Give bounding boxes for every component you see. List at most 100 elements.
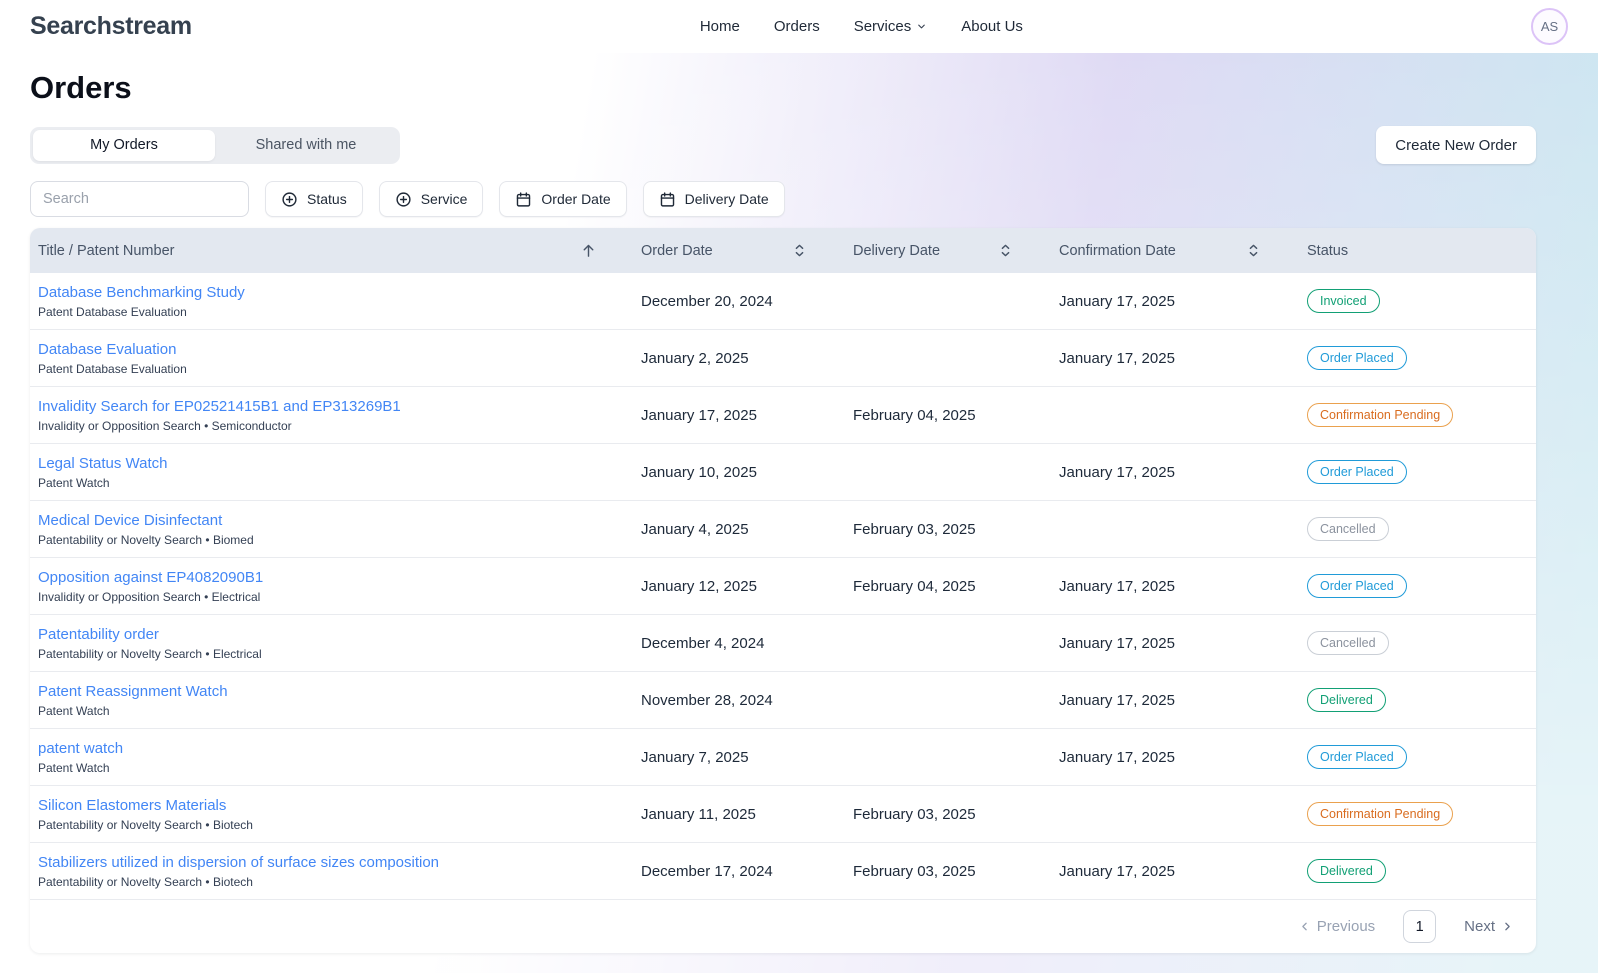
confirmation-date-cell	[1029, 501, 1277, 557]
status-filter-label: Status	[307, 191, 347, 207]
previous-page-button[interactable]: Previous	[1292, 917, 1381, 936]
sort-ascending-icon[interactable]	[580, 242, 597, 259]
order-date-cell: December 17, 2024	[641, 862, 773, 880]
delivery-date-filter-label: Delivery Date	[684, 191, 769, 207]
column-header-confirmation-date[interactable]: Confirmation Date	[1029, 228, 1277, 273]
title-cell: Database Evaluation Patent Database Evalu…	[30, 330, 611, 386]
status-cell: Order Placed	[1277, 330, 1536, 386]
table-row[interactable]: Database Benchmarking Study Patent Databa…	[30, 273, 1536, 330]
nav-services[interactable]: Services	[854, 18, 928, 35]
service-filter-label: Service	[420, 191, 468, 207]
delivery-date-cell	[823, 615, 1029, 671]
delivery-date-cell: February 04, 2025	[853, 406, 976, 424]
title-cell: Stabilizers utilized in dispersion of su…	[30, 843, 611, 899]
title-cell: Patentability order Patentability or Nove…	[30, 615, 611, 671]
status-filter-button[interactable]: Status	[265, 181, 363, 217]
column-header-order-date[interactable]: Order Date	[611, 228, 823, 273]
status-badge: Invoiced	[1307, 289, 1380, 313]
confirmation-date-cell: January 17, 2025	[1059, 577, 1175, 595]
status-badge: Confirmation Pending	[1307, 403, 1454, 427]
order-service-label: Patent Watch	[38, 703, 110, 718]
delivery-date-filter-button[interactable]: Delivery Date	[642, 181, 785, 217]
pagination: Previous 1 Next	[30, 900, 1536, 953]
order-title-link[interactable]: Medical Device Disinfectant	[38, 512, 222, 529]
page-number-button[interactable]: 1	[1403, 910, 1437, 943]
order-service-label: Patentability or Novelty Search • Biotec…	[38, 817, 253, 832]
top-nav: Searchstream Home Orders Services About …	[0, 0, 1598, 53]
order-service-label: Patentability or Novelty Search • Biomed	[38, 532, 254, 547]
status-badge: Order Placed	[1307, 745, 1407, 769]
avatar-initials: AS	[1540, 19, 1559, 34]
table-row[interactable]: Patentability order Patentability or Nove…	[30, 615, 1536, 672]
order-title-link[interactable]: Patent Reassignment Watch	[38, 683, 228, 700]
order-title-link[interactable]: Stabilizers utilized in dispersion of su…	[38, 854, 439, 871]
create-new-order-button[interactable]: Create New Order	[1376, 126, 1536, 164]
order-date-cell: January 7, 2025	[641, 748, 749, 766]
sort-icon[interactable]	[998, 242, 1013, 259]
previous-label: Previous	[1316, 918, 1376, 935]
column-header-status[interactable]: Status	[1277, 228, 1536, 273]
table-row[interactable]: Invalidity Search for EP02521415B1 and E…	[30, 387, 1536, 444]
status-badge: Order Placed	[1307, 460, 1407, 484]
order-date-cell: January 11, 2025	[641, 805, 756, 823]
order-title-link[interactable]: Invalidity Search for EP02521415B1 and E…	[38, 398, 401, 415]
order-title-link[interactable]: Silicon Elastomers Materials	[38, 797, 226, 814]
order-title-link[interactable]: Database Evaluation	[38, 341, 176, 358]
order-service-label: Patentability or Novelty Search • Biotec…	[38, 874, 253, 889]
delivery-date-cell: February 03, 2025	[853, 520, 976, 538]
main-nav: Home Orders Services About Us	[700, 18, 1023, 35]
circle-plus-icon	[282, 191, 297, 207]
table-row[interactable]: Database Evaluation Patent Database Evalu…	[30, 330, 1536, 387]
table-row[interactable]: patent watch Patent Watch January 7, 2025 J…	[30, 729, 1536, 786]
column-header-delivery-date[interactable]: Delivery Date	[823, 228, 1029, 273]
brand-logo[interactable]: Searchstream	[30, 12, 192, 41]
order-title-link[interactable]: Opposition against EP4082090B1	[38, 569, 263, 586]
search-input[interactable]	[30, 181, 249, 217]
status-cell: Order Placed	[1277, 729, 1536, 785]
nav-orders[interactable]: Orders	[774, 18, 820, 35]
tab-shared-with-me[interactable]: Shared with me	[215, 130, 397, 161]
confirmation-date-cell	[1029, 387, 1277, 443]
title-cell: Legal Status Watch Patent Watch	[30, 444, 611, 500]
title-cell: Invalidity Search for EP02521415B1 and E…	[30, 387, 611, 443]
order-service-label: Invalidity or Opposition Search • Electr…	[38, 589, 261, 604]
table-row[interactable]: Patent Reassignment Watch Patent Watch Nov…	[30, 672, 1536, 729]
status-badge: Cancelled	[1307, 517, 1389, 541]
order-service-label: Patent Watch	[38, 760, 110, 775]
next-page-button[interactable]: Next	[1458, 917, 1520, 936]
service-filter-button[interactable]: Service	[378, 181, 484, 217]
order-date-cell: January 2, 2025	[641, 349, 749, 367]
order-title-link[interactable]: patent watch	[38, 740, 123, 757]
filters-row: Status Service Order Date Delivery Date	[30, 181, 1536, 217]
page-title: Orders	[30, 70, 132, 105]
column-header-title[interactable]: Title / Patent Number	[30, 228, 611, 273]
order-title-link[interactable]: Database Benchmarking Study	[38, 284, 245, 301]
table-row[interactable]: Opposition against EP4082090B1 Invalidity…	[30, 558, 1536, 615]
order-date-cell: December 20, 2024	[641, 292, 773, 310]
title-cell: Silicon Elastomers Materials Patentabilit…	[30, 786, 611, 842]
table-row[interactable]: Stabilizers utilized in dispersion of su…	[30, 843, 1536, 900]
table-row[interactable]: Silicon Elastomers Materials Patentabilit…	[30, 786, 1536, 843]
table-row[interactable]: Legal Status Watch Patent Watch January 10…	[30, 444, 1536, 501]
order-date-cell: January 10, 2025	[641, 463, 757, 481]
table-row[interactable]: Medical Device Disinfectant Patentability…	[30, 501, 1536, 558]
confirmation-date-cell: January 17, 2025	[1059, 463, 1175, 481]
chevron-down-icon	[918, 24, 926, 29]
order-date-filter-label: Order Date	[541, 191, 611, 207]
chevron-right-icon	[1505, 922, 1510, 931]
avatar[interactable]: AS	[1531, 8, 1568, 45]
status-badge: Delivered	[1307, 859, 1386, 883]
nav-about-us[interactable]: About Us	[961, 18, 1023, 35]
delivery-date-cell: February 03, 2025	[853, 862, 976, 880]
title-cell: Opposition against EP4082090B1 Invalidity…	[30, 558, 611, 614]
sort-icon[interactable]	[792, 242, 807, 259]
nav-home[interactable]: Home	[700, 18, 740, 35]
order-title-link[interactable]: Legal Status Watch	[38, 455, 168, 472]
orders-tabs: My Orders Shared with me	[30, 126, 400, 164]
status-badge: Confirmation Pending	[1307, 802, 1454, 826]
sort-icon[interactable]	[1246, 242, 1261, 259]
order-date-filter-button[interactable]: Order Date	[499, 181, 627, 217]
order-title-link[interactable]: Patentability order	[38, 626, 159, 643]
tab-my-orders[interactable]: My Orders	[33, 129, 215, 161]
status-cell: Confirmation Pending	[1277, 786, 1536, 842]
